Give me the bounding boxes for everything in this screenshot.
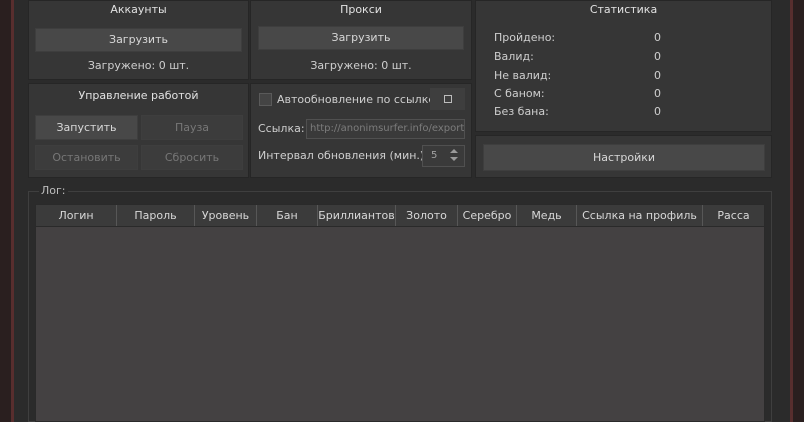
auto-update-checkbox[interactable]	[259, 93, 272, 106]
accounts-title: Аккаунты	[110, 3, 167, 16]
statistics-title: Статистика	[589, 3, 658, 16]
window-glow-right	[790, 0, 793, 422]
auto-update-small-button[interactable]	[430, 88, 465, 110]
stat-invalid-value: 0	[654, 69, 661, 82]
col-copper[interactable]: Медь	[517, 205, 577, 226]
col-diamonds[interactable]: Бриллиантов	[318, 205, 396, 226]
stat-valid-label: Валид:	[494, 50, 534, 63]
accounts-panel: Аккаунты Загрузить Загружено: 0 шт.	[28, 0, 249, 80]
col-gold[interactable]: Золото	[396, 205, 458, 226]
stat-valid-value: 0	[654, 50, 661, 63]
settings-button[interactable]: Настройки	[483, 144, 765, 171]
proxy-loaded-text: Загружено: 0 шт.	[310, 59, 412, 72]
settings-panel: Настройки	[475, 135, 772, 178]
spin-down-icon[interactable]	[450, 157, 458, 161]
work-control-panel: Управление работой Запустить Пауза Остан…	[28, 83, 249, 178]
col-login[interactable]: Логин	[36, 205, 117, 226]
window-glow-left	[11, 0, 14, 422]
statistics-panel: Статистика Пройдено: 0 Валид: 0 Не валид…	[475, 0, 772, 132]
accounts-load-button[interactable]: Загрузить	[35, 28, 242, 52]
proxy-panel: Прокси Загрузить Загружено: 0 шт.	[250, 0, 472, 80]
col-level[interactable]: Уровень	[195, 205, 257, 226]
col-ban[interactable]: Бан	[257, 205, 318, 226]
reset-button[interactable]: Сбросить	[141, 145, 243, 170]
proxy-title: Прокси	[340, 3, 382, 16]
link-label: Ссылка:	[258, 122, 305, 135]
col-profile-link[interactable]: Ссылка на профиль	[577, 205, 703, 226]
col-password[interactable]: Пароль	[117, 205, 195, 226]
proxy-autoupdate-panel: Автообновление по ссылке Ссылка: http://…	[250, 83, 472, 178]
stop-button[interactable]: Остановить	[35, 145, 138, 170]
square-icon	[443, 95, 452, 103]
col-race[interactable]: Расса	[703, 205, 764, 226]
accounts-loaded-text: Загружено: 0 шт.	[87, 59, 190, 72]
interval-spinbox[interactable]: 5	[422, 145, 465, 167]
pause-button[interactable]: Пауза	[141, 115, 243, 140]
work-control-title: Управление работой	[78, 89, 199, 102]
log-table-header: Логин Пароль Уровень Бан Бриллиантов Зол…	[36, 205, 764, 227]
log-table[interactable]: Логин Пароль Уровень Бан Бриллиантов Зол…	[35, 204, 765, 422]
stat-unbanned-label: Без бана:	[494, 105, 549, 118]
interval-label: Интервал обновления (мин.):	[258, 149, 428, 162]
stat-unbanned-value: 0	[654, 105, 661, 118]
log-label: Лог:	[39, 184, 68, 197]
spin-up-icon[interactable]	[450, 149, 458, 153]
proxy-load-button[interactable]: Загрузить	[258, 26, 464, 50]
stat-banned-label: С баном:	[494, 87, 545, 100]
stat-passed-label: Пройдено:	[494, 31, 556, 44]
link-input[interactable]: http://anonimsurfer.info/export/t	[306, 119, 465, 139]
stat-passed-value: 0	[654, 31, 661, 44]
stat-invalid-label: Не валид:	[494, 69, 552, 82]
stat-banned-value: 0	[654, 87, 661, 100]
interval-value: 5	[431, 150, 438, 161]
log-group: Лог: Логин Пароль Уровень Бан Бриллианто…	[28, 184, 772, 422]
start-button[interactable]: Запустить	[35, 115, 138, 140]
col-silver[interactable]: Серебро	[458, 205, 517, 226]
auto-update-label: Автообновление по ссылке	[277, 93, 436, 106]
